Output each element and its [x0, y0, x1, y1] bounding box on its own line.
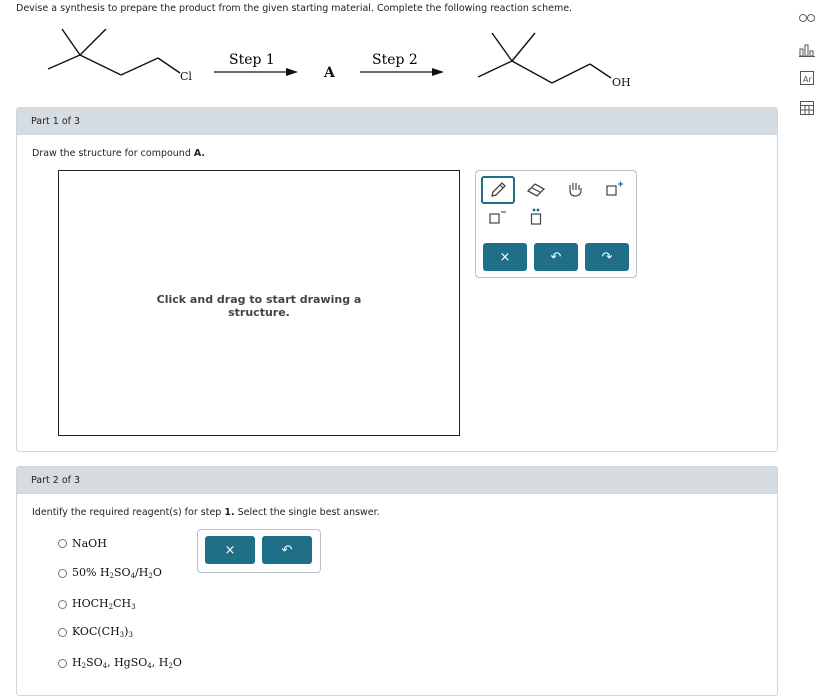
chlorine-label: Cl	[180, 70, 192, 83]
answer-toolbox: × ↶	[197, 529, 321, 573]
option-label: NaOH	[72, 537, 107, 550]
part1-instruction-text: Draw the structure for compound	[32, 148, 194, 159]
close-icon: ×	[499, 249, 511, 265]
option-naoh[interactable]: NaOH	[58, 537, 107, 550]
drawing-toolbox: × ↶ ↷	[475, 170, 637, 278]
reference-button[interactable]: Ar	[795, 68, 819, 88]
pencil-icon	[491, 182, 506, 197]
product-structure	[477, 32, 612, 84]
undo-icon: ↶	[550, 249, 562, 265]
pencil-tool[interactable]	[481, 176, 515, 204]
add-negative-charge-icon	[489, 211, 506, 224]
radio-button[interactable]	[58, 658, 67, 668]
redo-icon: ↷	[601, 249, 613, 265]
radio-button[interactable]	[58, 627, 67, 637]
clear-drawing-button[interactable]: ×	[483, 243, 527, 271]
close-icon: ×	[224, 542, 236, 558]
step-ref: 1.	[224, 507, 235, 518]
reaction-scheme: Cl Step 1 A Step 2 OH	[47, 28, 631, 89]
calculator-icon	[800, 101, 814, 115]
part2-header: Part 2 of 3	[17, 467, 777, 494]
redo-drawing-button[interactable]: ↷	[585, 243, 629, 271]
glasses-button[interactable]	[795, 8, 819, 28]
undo-drawing-button[interactable]: ↶	[534, 243, 578, 271]
part2-instruction-text: Identify the required reagent(s) for ste…	[32, 507, 225, 518]
clear-answer-button[interactable]: ×	[205, 536, 255, 564]
canvas-hint-text: Click and drag to start drawing a struct…	[156, 293, 362, 319]
step2-label: Step 2	[372, 52, 418, 68]
hand-tool[interactable]	[560, 176, 592, 202]
intermediate-label: A	[323, 65, 336, 81]
hand-icon	[569, 183, 582, 197]
positive-charge-tool[interactable]	[598, 176, 630, 202]
chart-button[interactable]	[795, 40, 819, 60]
option-label: KOC(CH3)3	[72, 625, 133, 639]
lone-pair-icon	[530, 208, 542, 225]
glasses-icon	[799, 14, 815, 22]
canvas-hint: Click and drag to start drawing a struct…	[59, 293, 459, 319]
radio-button[interactable]	[58, 539, 67, 548]
option-h2so4-h2o[interactable]: 50% H2SO4/H2O	[58, 566, 162, 580]
calculator-button[interactable]	[795, 98, 819, 118]
part1-instruction: Draw the structure for compound A.	[32, 148, 205, 159]
radio-button[interactable]	[58, 599, 67, 609]
negative-charge-tool[interactable]	[481, 204, 513, 230]
option-potassium-tert-butoxide[interactable]: KOC(CH3)3	[58, 625, 133, 639]
undo-answer-button[interactable]: ↶	[262, 536, 312, 564]
part2-instruction-suffix: Select the single best answer.	[234, 507, 380, 518]
compound-a-ref: A.	[193, 148, 206, 159]
option-label: HOCH2CH3	[72, 597, 136, 611]
starting-material-structure	[47, 28, 181, 76]
option-label: H2SO4, HgSO4, H2O	[72, 656, 182, 670]
periodic-table-icon	[799, 44, 815, 57]
add-positive-charge-icon	[606, 181, 623, 196]
option-ethanol[interactable]: HOCH2CH3	[58, 597, 136, 611]
step1-label: Step 1	[229, 52, 275, 68]
eraser-tool[interactable]	[520, 176, 552, 202]
svg-text:Ar: Ar	[803, 75, 812, 84]
radio-button[interactable]	[58, 568, 67, 578]
lone-pair-tool[interactable]	[520, 204, 552, 230]
eraser-icon	[526, 183, 546, 197]
reference-icon: Ar	[800, 71, 814, 85]
option-label: 50% H2SO4/H2O	[72, 566, 162, 580]
option-oxymercuration[interactable]: H2SO4, HgSO4, H2O	[58, 656, 182, 670]
undo-icon: ↶	[281, 542, 293, 558]
drawing-canvas[interactable]: Click and drag to start drawing a struct…	[58, 170, 460, 436]
part1-header: Part 1 of 3	[17, 108, 777, 135]
hydroxyl-label: OH	[612, 76, 631, 89]
part2-instruction: Identify the required reagent(s) for ste…	[32, 507, 380, 518]
